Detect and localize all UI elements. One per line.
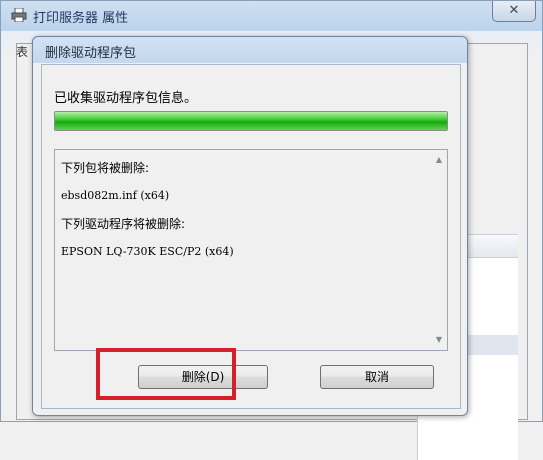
drivers-heading: 下列驱动程序将被删除: <box>61 217 186 231</box>
status-message: 已收集驱动程序包信息。 <box>54 91 198 106</box>
details-content: 下列包将被删除: ebsd082m.inf (x64) 下列驱动程序将被删除: … <box>61 154 427 266</box>
details-list-box[interactable]: 下列包将被删除: ebsd082m.inf (x64) 下列驱动程序将被删除: … <box>54 149 448 351</box>
details-scrollbar[interactable]: ▲ ▼ <box>431 150 447 350</box>
parent-titlebar: 打印服务器 属性 ✕ <box>1 1 542 31</box>
printer-icon <box>11 8 27 22</box>
driver-name: EPSON LQ-730K ESC/P2 (x64) <box>61 245 234 258</box>
scroll-down-icon[interactable]: ▼ <box>431 332 447 348</box>
progress-bar <box>54 111 448 131</box>
scroll-up-icon[interactable]: ▲ <box>431 152 447 168</box>
cancel-button[interactable]: 取消 <box>320 365 434 389</box>
parent-window-title: 打印服务器 属性 <box>33 11 129 26</box>
package-name: ebsd082m.inf (x64) <box>61 189 170 202</box>
dialog-title: 删除驱动程序包 <box>45 46 137 61</box>
delete-button-highlight <box>96 348 236 400</box>
packages-heading: 下列包将被删除: <box>61 161 150 175</box>
parent-close-button[interactable]: ✕ <box>492 1 536 22</box>
progress-bar-fill <box>55 112 447 130</box>
